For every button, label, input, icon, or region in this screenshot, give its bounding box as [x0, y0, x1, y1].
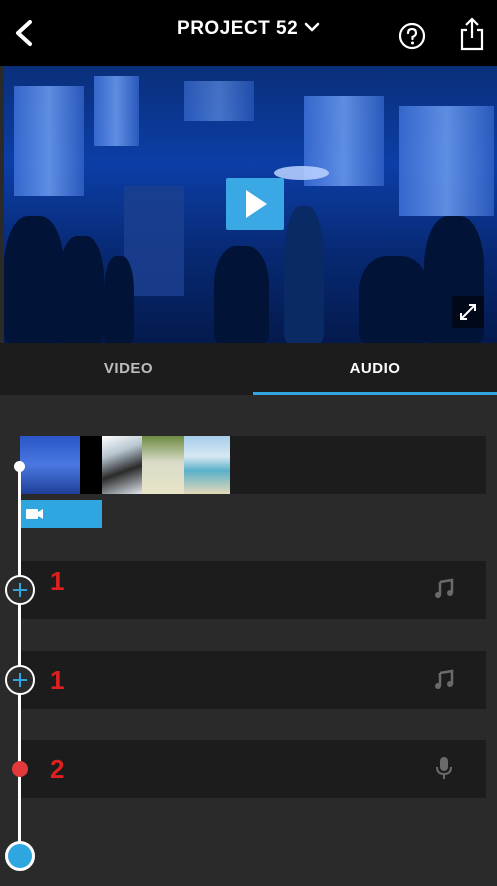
music-note-icon: [432, 577, 456, 601]
playhead-line[interactable]: [18, 466, 21, 858]
playhead-start-handle[interactable]: [14, 461, 25, 472]
video-clip-thumbnail[interactable]: [184, 436, 230, 494]
play-button[interactable]: [226, 178, 284, 230]
add-music-button[interactable]: [5, 665, 35, 695]
playhead-handle[interactable]: [5, 841, 35, 871]
annotation-number: 2: [50, 754, 65, 784]
share-button[interactable]: [458, 16, 486, 52]
voiceover-track[interactable]: [20, 740, 486, 798]
video-clip-thumbnail[interactable]: [80, 436, 102, 494]
record-voiceover-button[interactable]: [12, 761, 28, 777]
annotation-number: 1: [50, 665, 65, 695]
music-track[interactable]: [20, 561, 486, 619]
add-music-button[interactable]: [5, 575, 35, 605]
question-circle-icon: [398, 22, 426, 50]
annotation-number: 1: [50, 566, 65, 596]
share-icon: [460, 17, 484, 51]
expand-icon: [460, 304, 476, 320]
project-title: PROJECT 52: [177, 18, 299, 39]
tab-video[interactable]: VIDEO: [4, 343, 253, 395]
play-icon: [246, 190, 267, 218]
video-clip-thumbnail[interactable]: [142, 436, 184, 494]
help-button[interactable]: [398, 22, 426, 50]
chevron-down-icon: [304, 18, 320, 40]
tab-bar: VIDEO AUDIO: [0, 343, 497, 395]
video-track-label: [20, 500, 102, 528]
music-track[interactable]: [20, 651, 486, 709]
music-note-icon: [432, 668, 456, 692]
video-camera-icon: [26, 509, 43, 519]
microphone-icon: [432, 756, 456, 780]
video-clip-thumbnail[interactable]: [20, 436, 80, 494]
tab-audio[interactable]: AUDIO: [253, 343, 497, 395]
fullscreen-button[interactable]: [452, 296, 484, 328]
video-clip-thumbnail[interactable]: [102, 436, 142, 494]
